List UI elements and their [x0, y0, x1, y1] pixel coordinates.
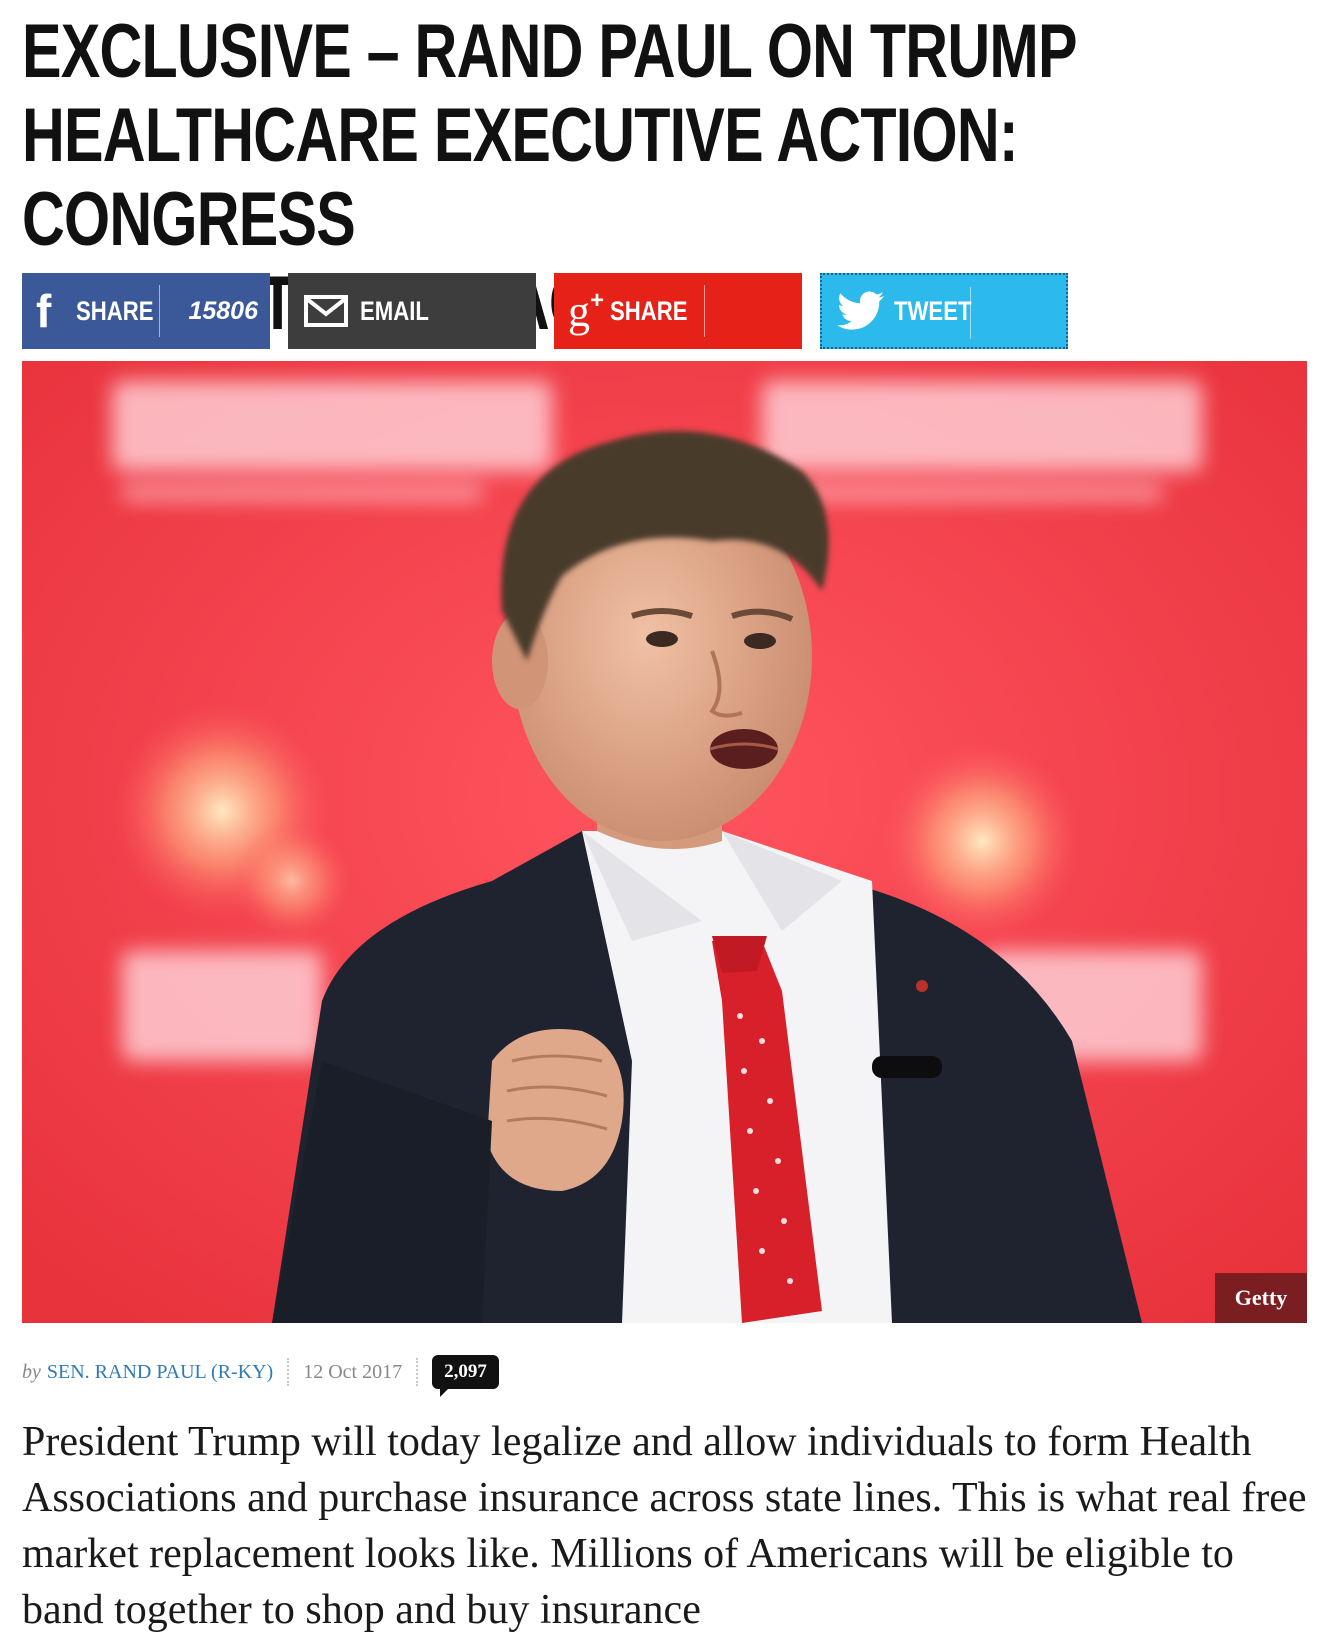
facebook-icon: f	[36, 285, 52, 337]
hero-photo	[22, 361, 1307, 1323]
share-bar: f SHARE 15806 EMAIL g+ SHARE TWEET	[22, 273, 1068, 349]
twitter-tweet-button[interactable]: TWEET	[820, 273, 1068, 349]
publish-date: 12 Oct 2017	[303, 1360, 403, 1383]
email-share-button[interactable]: EMAIL	[288, 273, 536, 349]
article-hero-image: Getty	[22, 361, 1307, 1323]
twitter-tweet-label: TWEET	[894, 295, 972, 326]
button-divider	[704, 285, 705, 337]
google-plus-share-button[interactable]: g+ SHARE	[554, 273, 802, 349]
facebook-share-label: SHARE	[76, 295, 154, 326]
google-plus-share-label: SHARE	[610, 295, 688, 326]
facebook-share-button[interactable]: f SHARE 15806	[22, 273, 270, 349]
article-byline: by SEN. RAND PAUL (R-KY) 12 Oct 2017 2,0…	[22, 1352, 499, 1397]
byline-prefix: by	[22, 1360, 41, 1383]
article-body-paragraph: President Trump will today legalize and …	[22, 1419, 1307, 1633]
button-divider	[970, 287, 971, 339]
twitter-bird-icon	[836, 291, 886, 331]
google-plus-icon: g+	[568, 286, 605, 336]
image-credit: Getty	[1215, 1273, 1307, 1323]
byline-divider	[416, 1358, 419, 1386]
mail-icon	[304, 295, 348, 327]
author-link[interactable]: SEN. RAND PAUL (R-KY)	[47, 1361, 273, 1384]
button-divider	[159, 285, 160, 337]
email-share-label: EMAIL	[360, 295, 429, 326]
byline-divider	[287, 1358, 290, 1386]
comment-count-badge[interactable]: 2,097	[432, 1355, 499, 1397]
facebook-share-count: 15806	[188, 296, 258, 325]
